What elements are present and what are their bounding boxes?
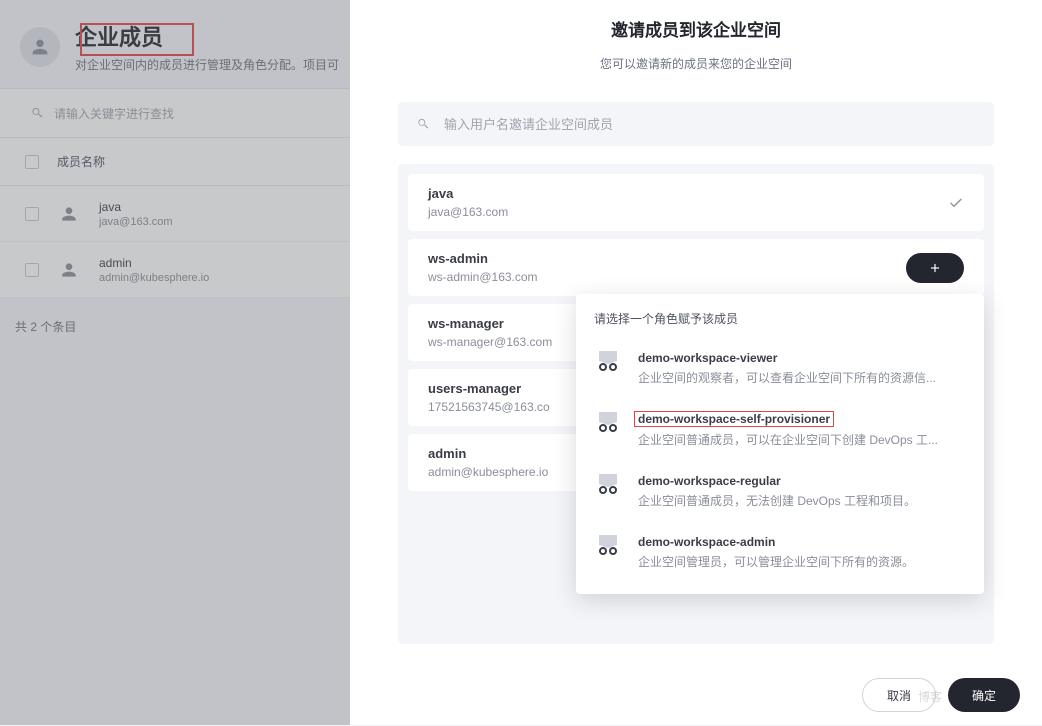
- user-search-box[interactable]: [398, 102, 994, 146]
- role-option[interactable]: demo-workspace-self-provisioner 企业空间普通成员…: [576, 398, 984, 460]
- modal-footer: 取消 确定: [350, 664, 1042, 726]
- modal-body: java java@163.com ws-admin ws-admin@163.…: [350, 82, 1042, 664]
- user-list: java java@163.com ws-admin ws-admin@163.…: [398, 164, 994, 644]
- role-option[interactable]: demo-workspace-regular 企业空间普通成员，无法创建 Dev…: [576, 460, 984, 521]
- cancel-button[interactable]: 取消: [862, 678, 936, 712]
- user-email: admin@kubesphere.io: [428, 465, 548, 479]
- role-icon: [594, 474, 622, 494]
- role-description: 企业空间普通成员，可以在企业空间下创建 DevOps 工...: [638, 431, 966, 448]
- check-icon: [948, 195, 964, 211]
- user-email: ws-manager@163.com: [428, 335, 552, 349]
- role-name: demo-workspace-self-provisioner: [634, 411, 834, 427]
- role-icon: [594, 535, 622, 555]
- modal-title: 邀请成员到该企业空间: [370, 16, 1022, 41]
- role-name: demo-workspace-viewer: [638, 351, 777, 365]
- role-dropdown: 请选择一个角色赋予该成员 demo-workspace-viewer 企业空间的…: [576, 294, 984, 594]
- user-item[interactable]: ws-admin ws-admin@163.com: [408, 239, 984, 296]
- confirm-button[interactable]: 确定: [948, 678, 1020, 712]
- role-name: demo-workspace-admin: [638, 535, 775, 549]
- invite-modal: 邀请成员到该企业空间 您可以邀请新的成员来您的企业空间 java java@16…: [350, 0, 1042, 725]
- role-icon: [594, 412, 622, 432]
- user-item[interactable]: java java@163.com: [408, 174, 984, 231]
- user-name: users-manager: [428, 381, 550, 396]
- role-icon: [594, 351, 622, 371]
- search-icon: [416, 117, 430, 131]
- role-description: 企业空间普通成员，无法创建 DevOps 工程和项目。: [638, 492, 966, 509]
- user-search-input[interactable]: [444, 117, 976, 132]
- role-name: demo-workspace-regular: [638, 474, 781, 488]
- user-email: ws-admin@163.com: [428, 270, 538, 284]
- user-name: admin: [428, 446, 548, 461]
- role-option[interactable]: demo-workspace-viewer 企业空间的观察者，可以查看企业空间下…: [576, 337, 984, 398]
- role-dropdown-title: 请选择一个角色赋予该成员: [576, 310, 984, 337]
- modal-header: 邀请成员到该企业空间 您可以邀请新的成员来您的企业空间: [350, 0, 1042, 82]
- user-email: java@163.com: [428, 205, 508, 219]
- add-user-button[interactable]: [906, 253, 964, 283]
- user-name: ws-manager: [428, 316, 552, 331]
- role-description: 企业空间的观察者，可以查看企业空间下所有的资源信...: [638, 369, 966, 386]
- user-name: ws-admin: [428, 251, 538, 266]
- user-name: java: [428, 186, 508, 201]
- role-description: 企业空间管理员，可以管理企业空间下所有的资源。: [638, 553, 966, 570]
- modal-subtitle: 您可以邀请新的成员来您的企业空间: [370, 55, 1022, 72]
- user-email: 17521563745@163.co: [428, 400, 550, 414]
- role-option[interactable]: demo-workspace-admin 企业空间管理员，可以管理企业空间下所有…: [576, 521, 984, 582]
